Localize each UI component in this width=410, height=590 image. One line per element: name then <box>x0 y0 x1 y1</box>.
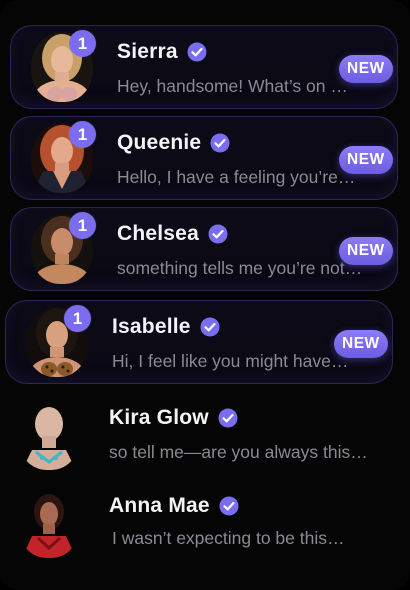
message-preview: so tell me—are you always this… <box>109 442 368 462</box>
verified-check-icon <box>208 224 228 244</box>
contact-name: Sierra <box>117 40 178 63</box>
chat-item-queenie[interactable]: 1 Queenie Hello, I have a feeling you’re… <box>10 116 398 200</box>
message-preview: something tells me you’re not… <box>117 258 363 278</box>
unread-count-badge: 1 <box>69 121 96 148</box>
avatar-photo <box>18 400 80 470</box>
chat-list-panel: 1 Sierra Hey, handsome! What’s on … NEW … <box>0 0 410 590</box>
chat-item-kira-glow[interactable]: Kira Glow so tell me—are you always this… <box>4 392 400 476</box>
chat-item-isabelle[interactable]: 1 Isabelle Hi, I feel like you might hav… <box>5 300 393 384</box>
message-preview: I wasn’t expecting to be this… <box>112 528 345 548</box>
unread-count-badge: 1 <box>69 30 96 57</box>
contact-name: Chelsea <box>117 222 199 245</box>
unread-count-badge: 1 <box>64 305 91 332</box>
unread-count-badge: 1 <box>69 212 96 239</box>
new-badge: NEW <box>339 55 393 83</box>
avatar <box>18 488 80 558</box>
message-preview: Hey, handsome! What’s on … <box>117 76 348 96</box>
verified-check-icon <box>219 496 239 516</box>
new-badge: NEW <box>334 330 388 358</box>
new-badge: NEW <box>339 237 393 265</box>
avatar-photo <box>18 488 80 558</box>
verified-check-icon <box>210 133 230 153</box>
chat-item-anna-mae[interactable]: Anna Mae I wasn’t expecting to be this… <box>4 480 400 564</box>
chat-item-chelsea[interactable]: 1 Chelsea something tells me you’re not…… <box>10 207 398 291</box>
contact-name: Kira Glow <box>109 406 209 429</box>
new-badge: NEW <box>339 146 393 174</box>
avatar <box>18 400 80 470</box>
verified-check-icon <box>187 42 207 62</box>
message-preview: Hi, I feel like you might have… <box>112 351 349 371</box>
contact-name: Isabelle <box>112 315 191 338</box>
verified-check-icon <box>218 408 238 428</box>
contact-name: Anna Mae <box>109 494 210 517</box>
verified-check-icon <box>200 317 220 337</box>
message-preview: Hello, I have a feeling you’re… <box>117 167 356 187</box>
contact-name: Queenie <box>117 131 202 154</box>
chat-item-sierra[interactable]: 1 Sierra Hey, handsome! What’s on … NEW <box>10 25 398 109</box>
